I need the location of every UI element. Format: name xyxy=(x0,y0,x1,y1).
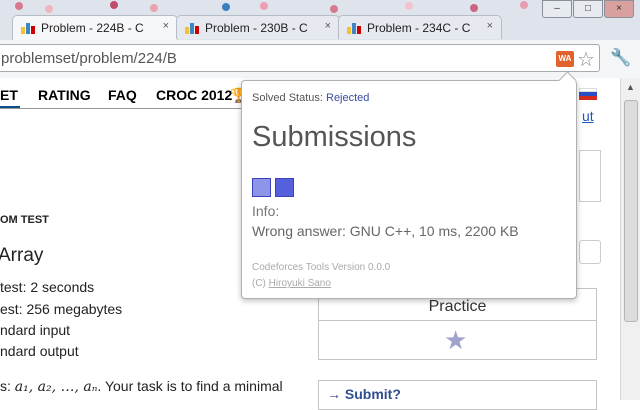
menu-item-croc-2012[interactable]: CROC 2012 xyxy=(156,87,232,103)
minimize-button[interactable]: – xyxy=(542,0,572,18)
menu-item-rating[interactable]: RATING xyxy=(38,87,91,103)
copyright-mark: (C) xyxy=(252,278,266,289)
favourite-star-icon[interactable]: ★ xyxy=(444,325,467,356)
browser-toolbar: problemset/problem/224/B xyxy=(0,40,640,79)
sidebar-box xyxy=(579,150,601,202)
close-tab-icon[interactable]: × xyxy=(325,20,331,32)
russian-flag-icon[interactable] xyxy=(579,88,597,100)
problem-index-label: OM TEST xyxy=(0,214,49,226)
tab-problem-234c[interactable]: Problem - 234C - C × xyxy=(338,15,502,39)
codeforces-tools-extension-button[interactable]: WA xyxy=(556,51,574,67)
submission-square[interactable] xyxy=(252,178,271,197)
tab-title: Problem - 230B - C xyxy=(205,21,308,35)
problem-title: Array xyxy=(0,245,44,266)
address-bar[interactable]: problemset/problem/224/B xyxy=(0,44,600,72)
solved-status-label: Solved Status: xyxy=(252,92,323,104)
time-limit: test: 2 seconds xyxy=(0,279,95,295)
tab-problem-230b[interactable]: Problem - 230B - C × xyxy=(176,15,340,39)
problem-statement: s: a₁, a₂, …, aₙ. Your task is to find a… xyxy=(0,378,283,395)
scroll-thumb[interactable] xyxy=(624,100,638,322)
browser-chrome: – □ × Problem - 224B - C × Problem - 230… xyxy=(0,0,640,79)
maximize-button[interactable]: □ xyxy=(573,0,603,18)
close-tab-icon[interactable]: × xyxy=(487,20,493,32)
window-controls: – □ × xyxy=(540,0,640,18)
close-window-button[interactable]: × xyxy=(604,0,634,18)
scroll-up-icon[interactable]: ▲ xyxy=(626,82,635,92)
wrench-icon[interactable]: 🔧 xyxy=(610,48,631,68)
statement-text: s: xyxy=(0,378,15,394)
tab-title: Problem - 234C - C xyxy=(367,21,471,35)
submission-square[interactable] xyxy=(275,178,294,197)
credit-text: (C) Hiroyuki Sano xyxy=(252,278,331,289)
statement-text: . Your task is to find a minimal xyxy=(97,378,283,394)
tab-problem-224b[interactable]: Problem - 224B - C × xyxy=(12,15,178,41)
statement-math: a₁, a₂, …, aₙ xyxy=(14,379,98,395)
codeforces-favicon-icon xyxy=(347,23,361,34)
close-tab-icon[interactable]: × xyxy=(163,20,169,32)
page-scrollbar[interactable]: ▲ xyxy=(620,78,640,400)
tab-title: Problem - 224B - C xyxy=(41,21,144,35)
info-label: Info: xyxy=(252,203,280,219)
codeforces-tools-popup: Solved Status: Rejected Submissions Info… xyxy=(241,71,577,299)
version-text: Codeforces Tools Version 0.0.0 xyxy=(252,262,391,273)
submissions-heading: Submissions xyxy=(252,121,417,153)
logout-link[interactable]: ut xyxy=(582,108,594,124)
submission-verdict: Wrong answer: GNU C++, 10 ms, 2200 KB xyxy=(252,223,519,239)
output-file: ndard output xyxy=(0,343,79,359)
input-file: ndard input xyxy=(0,322,71,338)
menu-item-problemset[interactable]: ET xyxy=(0,87,18,103)
submit-box: → Submit? xyxy=(318,380,597,410)
menu-item-label: CROC 2012 xyxy=(156,87,233,103)
solved-status-value: Rejected xyxy=(326,92,370,104)
sidebar-box xyxy=(579,240,601,264)
codeforces-favicon-icon xyxy=(185,23,199,34)
memory-limit: est: 256 megabytes xyxy=(0,301,123,317)
menu-item-faq[interactable]: FAQ xyxy=(108,87,137,103)
url-text[interactable]: problemset/problem/224/B xyxy=(1,50,177,67)
author-link[interactable]: Hiroyuki Sano xyxy=(269,278,331,289)
solved-status: Solved Status: Rejected xyxy=(252,92,369,104)
codeforces-favicon-icon xyxy=(21,23,35,34)
bookmark-star-icon[interactable]: ☆ xyxy=(577,47,595,72)
